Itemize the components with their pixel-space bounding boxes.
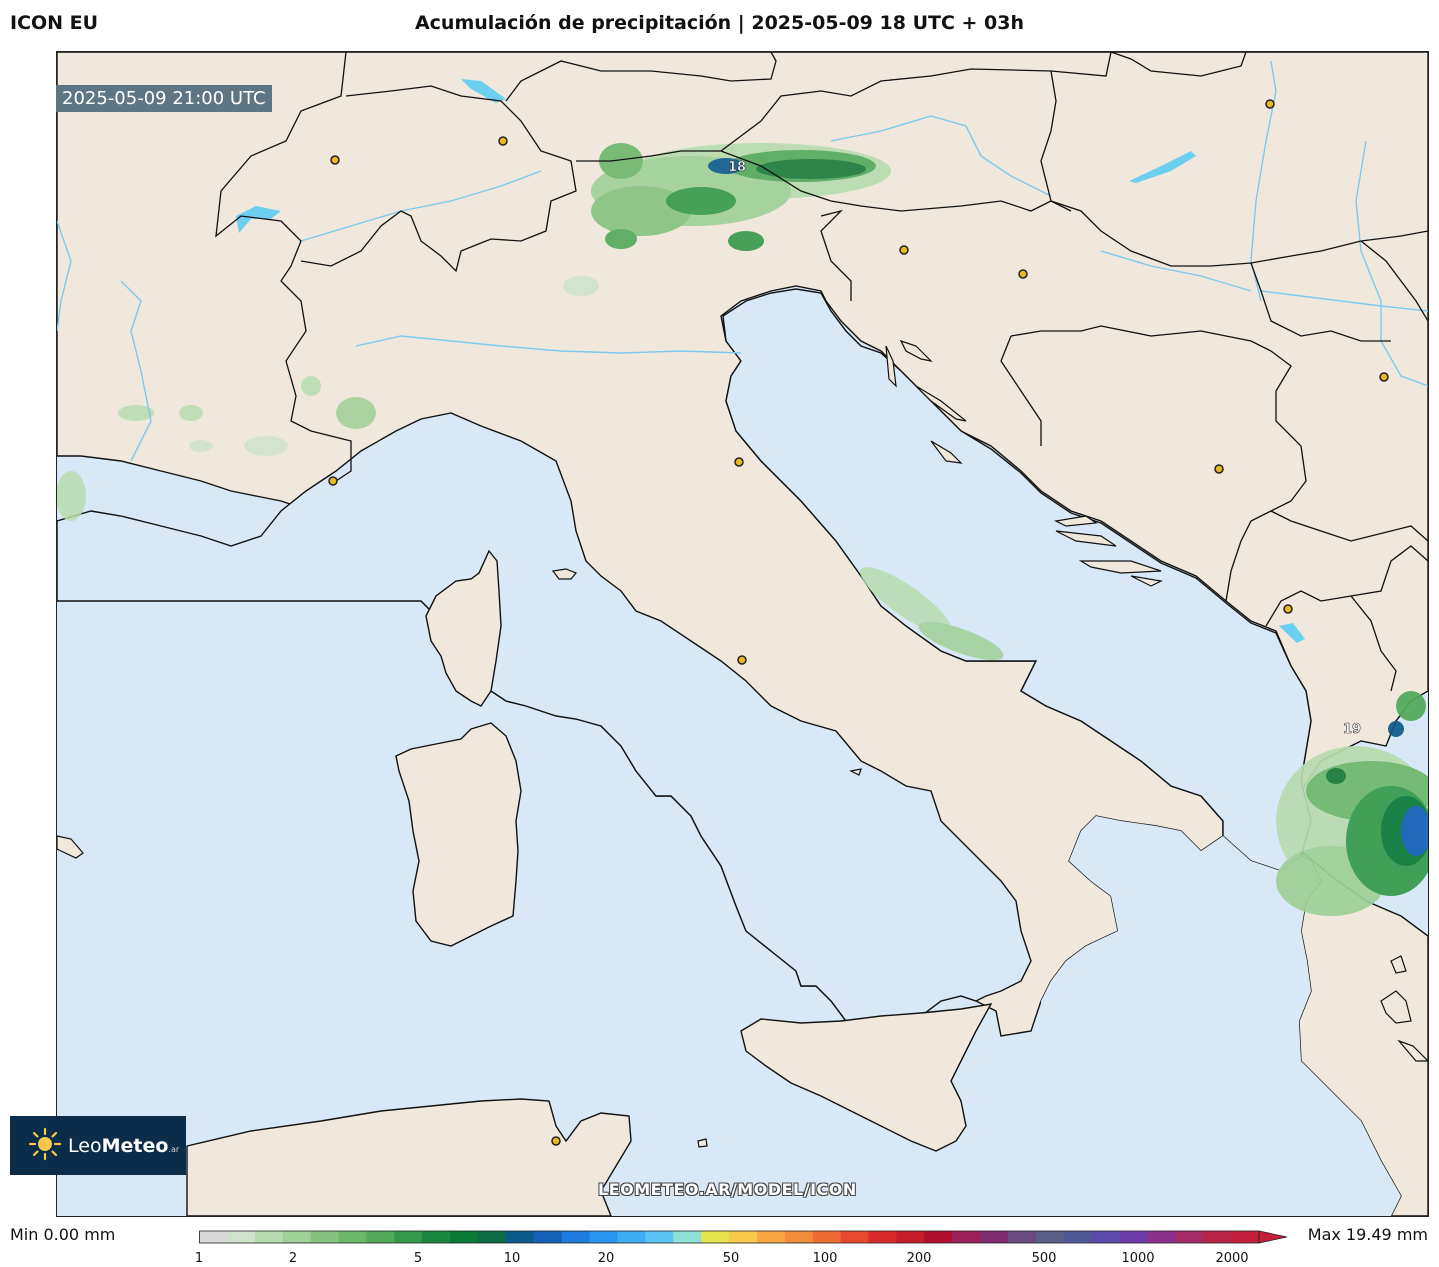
colorbar-ticks: 1 2 5 10 20 50 100 200 500 1000 2000	[0, 1251, 1439, 1267]
colorbar-segment	[729, 1231, 758, 1243]
city-marker	[1283, 604, 1293, 614]
colorbar-tick-label: 500	[1031, 1251, 1057, 1266]
colorbar-segment	[812, 1231, 842, 1243]
cell-label-greece: 19	[1343, 722, 1361, 737]
colorbar-segment	[282, 1231, 312, 1243]
colorbar-segment	[1063, 1231, 1093, 1243]
colorbar	[199, 1230, 1288, 1244]
colorbar-extend-arrow	[1258, 1230, 1288, 1244]
colorbar-segment	[645, 1231, 674, 1243]
city-marker	[1265, 99, 1275, 109]
city-marker	[737, 655, 747, 665]
colorbar-segment	[1203, 1231, 1232, 1243]
colorbar-segment	[617, 1231, 646, 1243]
colorbar-segment	[784, 1231, 814, 1243]
city-marker	[498, 136, 508, 146]
colorbar-segment	[477, 1231, 507, 1243]
city-marker	[330, 155, 340, 165]
colorbar-segment	[896, 1231, 925, 1243]
colorbar-segment	[366, 1231, 395, 1243]
colorbar-tick-label: 1000	[1121, 1251, 1155, 1266]
valid-time-badge: 2025-05-09 21:00 UTC	[56, 85, 272, 112]
logo-wordmark: LeoMeteo.ar	[68, 1134, 180, 1157]
colorbar-segment	[1231, 1231, 1260, 1243]
colorbar-segment	[505, 1231, 535, 1243]
colorbar-segment	[561, 1231, 591, 1243]
precipitation-map[interactable]: 18 19	[56, 51, 1429, 1217]
land-small-island-2	[697, 1138, 708, 1148]
colorbar-segment	[980, 1231, 1009, 1243]
colorbar-segment	[868, 1231, 897, 1243]
colorbar-segment	[450, 1231, 479, 1243]
colorbar-segment	[1091, 1231, 1121, 1243]
colorbar-segment	[394, 1231, 423, 1243]
sun-icon	[28, 1127, 62, 1165]
colorbar-segment	[1175, 1231, 1204, 1243]
colorbar-tick-label: 20	[597, 1251, 615, 1266]
colorbar-segment	[199, 1231, 228, 1243]
colorbar-segment	[840, 1231, 869, 1243]
colorbar-segment	[673, 1231, 702, 1243]
city-marker	[899, 245, 909, 255]
colorbar-tick-label: 1	[194, 1251, 204, 1266]
chart-title: Acumulación de precipitación | 2025-05-0…	[414, 12, 1025, 34]
city-marker	[1214, 464, 1224, 474]
colorbar-tick-label: 2000	[1215, 1251, 1249, 1266]
colorbar-segment	[756, 1231, 786, 1243]
colorbar-tick-label: 10	[503, 1251, 521, 1266]
colorbar-segment	[338, 1231, 367, 1243]
city-marker	[734, 457, 744, 467]
colorbar-tick-label: 50	[722, 1251, 740, 1266]
colorbar-segment	[924, 1231, 953, 1243]
colorbar-segment	[226, 1231, 256, 1243]
city-marker	[551, 1136, 561, 1146]
city-marker	[1379, 372, 1389, 382]
colorbar-segment	[952, 1231, 981, 1243]
colorbar-segment	[310, 1231, 339, 1243]
colorbar-segment	[1007, 1231, 1037, 1243]
cell-label-alps: 18	[728, 160, 746, 175]
land-sardinia	[395, 722, 522, 947]
colorbar-segment	[1147, 1231, 1176, 1243]
colorbar-tick-label: 100	[812, 1251, 838, 1266]
colorbar-tick-label: 2	[288, 1251, 298, 1266]
watermark-url: LEOMETEO.AR/MODEL/ICON	[598, 1180, 857, 1199]
city-marker	[328, 476, 338, 486]
colorbar-segment	[701, 1231, 730, 1243]
colorbar-segment	[533, 1231, 563, 1243]
colorbar-tick-label: 200	[906, 1251, 932, 1266]
colorbar-segment	[1035, 1231, 1065, 1243]
leometeo-logo[interactable]: LeoMeteo.ar	[10, 1116, 186, 1175]
colorbar-segment	[589, 1231, 618, 1243]
colorbar-tick-label: 5	[413, 1251, 423, 1266]
colorbar-segment	[422, 1231, 451, 1243]
colorbar-segment	[254, 1231, 284, 1243]
colorbar-segment	[1119, 1231, 1148, 1243]
city-marker	[1018, 269, 1028, 279]
colorbar-max-label: Max 19.49 mm	[1307, 1225, 1428, 1244]
colorbar-min-label: Min 0.00 mm	[10, 1225, 116, 1244]
